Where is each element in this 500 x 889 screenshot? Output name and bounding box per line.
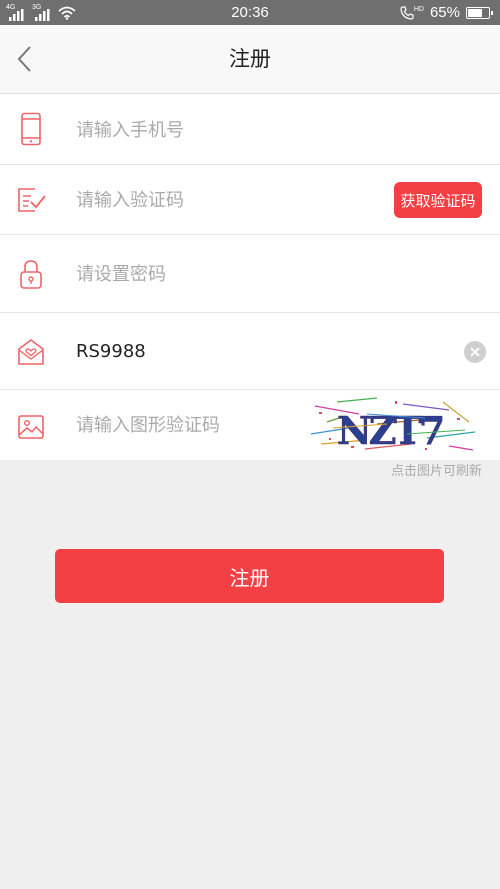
phone-row [0,94,500,165]
envelope-heart-icon [14,335,48,369]
battery-fill [468,8,483,17]
chevron-left-icon [17,46,31,72]
register-submit-button[interactable]: 注册 [55,549,444,603]
captcha-image[interactable]: NZT7 [307,394,477,456]
image-code-row: NZT7 [0,390,500,460]
captcha-text: NZT7 [337,408,443,453]
close-icon [470,347,480,357]
image-code-input[interactable] [76,411,301,439]
captcha-refresh-hint: 点击图片可刷新 [390,464,482,479]
status-right: HD 65% [400,0,493,25]
battery-icon [466,6,493,19]
verify-icon [14,183,48,217]
clear-input-button[interactable] [464,341,486,363]
call-hd-label: HD [413,5,424,13]
invite-code-row [0,313,500,390]
password-input[interactable] [76,260,376,288]
sms-code-input[interactable] [76,186,366,214]
get-code-button[interactable]: 获取验证码 [394,182,482,218]
invite-code-input[interactable] [76,337,436,365]
phone-icon [14,112,48,146]
battery-percent: 65% [429,4,460,21]
lock-icon [14,257,48,291]
password-row [0,235,500,313]
back-button[interactable] [6,37,46,81]
image-icon [14,410,48,444]
call-hd-icon: HD [400,6,424,20]
page-title: 注册 [229,47,271,71]
nav-bar: 注册 [0,25,500,94]
sms-code-row: 获取验证码 [0,165,500,235]
status-bar: 4G 3G 20:36 HD 65% [0,0,500,25]
phone-input[interactable] [76,116,376,144]
register-form: 获取验证码 [0,94,500,460]
